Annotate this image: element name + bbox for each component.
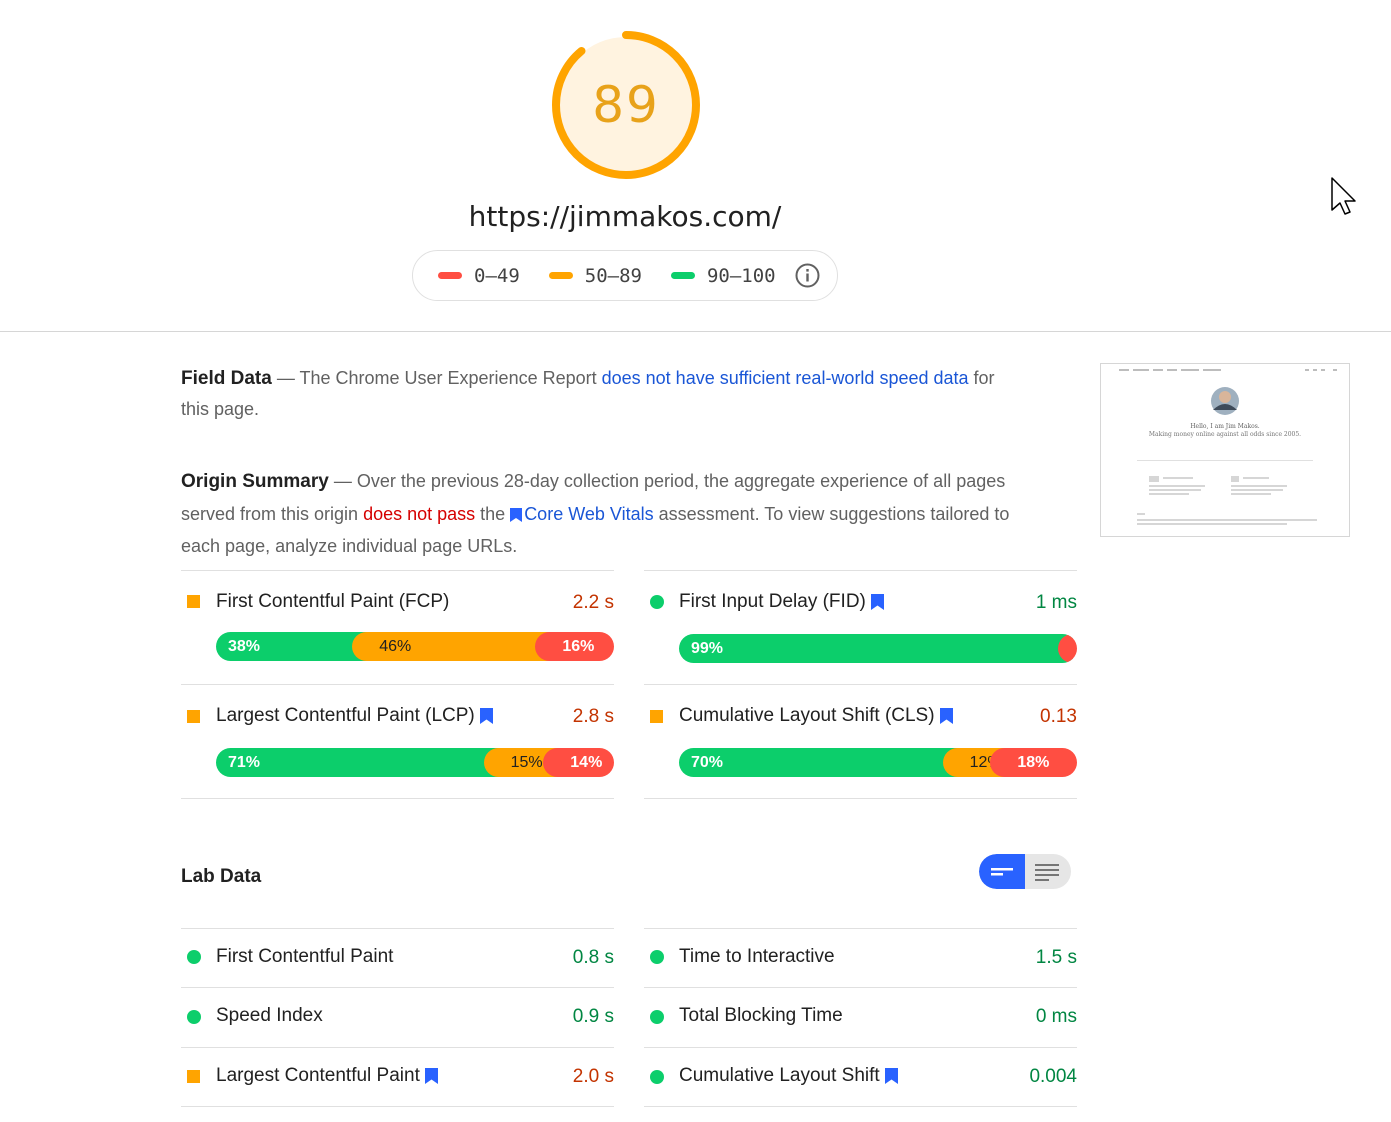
lab-metric-tti: Time to Interactive 1.5 s <box>644 928 1077 988</box>
metric-value: 2.2 s <box>572 592 614 613</box>
metric-title: Cumulative Layout Shift (CLS) <box>679 705 953 727</box>
detailed-view-icon[interactable] <box>1035 863 1059 881</box>
average-status-square <box>650 710 663 723</box>
metric-title: Cumulative Layout Shift <box>679 1065 898 1087</box>
legend-label: 50–89 <box>584 264 642 287</box>
legend-label: 0–49 <box>474 264 520 287</box>
average-status-square <box>187 710 200 723</box>
metric-value: 0 ms <box>1035 1006 1077 1027</box>
legend-pill-poor <box>438 272 462 279</box>
metric-value: 0.9 s <box>572 1006 614 1027</box>
origin-metric-fcp: First Contentful Paint (FCP) 2.2 s 38% 4… <box>181 570 614 685</box>
good-status-dot <box>187 1010 201 1024</box>
metric-title: Largest Contentful Paint (LCP) <box>216 705 493 727</box>
core-web-vitals-link[interactable]: Core Web Vitals <box>524 504 653 524</box>
lab-metric-lcp: Largest Contentful Paint 2.0 s <box>181 1047 614 1107</box>
bookmark-icon <box>510 508 523 522</box>
good-status-dot <box>650 1070 664 1084</box>
info-icon[interactable] <box>795 263 820 288</box>
metric-title: Largest Contentful Paint <box>216 1065 438 1087</box>
metric-title: First Contentful Paint (FCP) <box>216 591 450 612</box>
poor-segment: 14% <box>543 748 614 777</box>
good-status-dot <box>650 950 664 964</box>
metric-title: First Contentful Paint <box>216 946 394 967</box>
good-status-dot <box>650 595 664 609</box>
lab-metric-fcp: First Contentful Paint 0.8 s <box>181 928 614 988</box>
origin-metric-cls: Cumulative Layout Shift (CLS) 0.13 70% 1… <box>644 684 1077 799</box>
header-divider <box>0 331 1391 332</box>
tested-url: https://jimmakos.com/ <box>468 200 782 233</box>
lab-metric-tbt: Total Blocking Time 0 ms <box>644 987 1077 1048</box>
metric-value: 2.8 s <box>572 706 614 727</box>
legend-label: 90–100 <box>706 264 776 287</box>
lab-data-heading: Lab Data <box>181 866 262 887</box>
origin-metric-lcp: Largest Contentful Paint (LCP) 2.8 s 71%… <box>181 684 614 799</box>
performance-score: 89 <box>592 76 660 134</box>
good-segment: 71% <box>216 748 499 777</box>
metric-value: 0.004 <box>1029 1066 1077 1087</box>
assessment-fail-text: does not pass <box>363 504 476 524</box>
distribution-bar: 71% 15% 14% <box>216 748 614 777</box>
core-web-vital-bookmark-icon <box>884 1068 898 1084</box>
good-status-dot <box>650 1010 664 1024</box>
metric-title: Time to Interactive <box>679 946 835 967</box>
mouse-cursor-icon <box>1331 177 1356 215</box>
metric-title: Speed Index <box>216 1005 323 1026</box>
good-status-dot <box>187 950 201 964</box>
core-web-vital-bookmark-icon <box>939 708 953 724</box>
metric-value: 0.13 <box>1040 706 1077 727</box>
average-status-square <box>187 1070 200 1083</box>
distribution-bar: 38% 46% 16% <box>216 632 614 661</box>
screenshot-tagline: Making money online against all odds sin… <box>1149 431 1301 438</box>
screenshot-greeting: Hello, I am Jim Makos. <box>1190 423 1259 430</box>
field-data-section: Field Data — The Chrome User Experience … <box>181 363 1011 425</box>
distribution-bar: 99% 1% <box>679 634 1077 663</box>
screenshot-image: Hello, I am Jim Makos. Making money onli… <box>1101 364 1349 536</box>
poor-segment: 16% <box>535 632 614 661</box>
metric-title: Total Blocking Time <box>679 1005 843 1026</box>
view-toggle[interactable] <box>979 854 1071 889</box>
legend-pill-average <box>548 272 573 279</box>
core-web-vital-bookmark-icon <box>870 594 884 610</box>
legend-item-average: 50–89 <box>548 264 642 287</box>
good-segment: 70% <box>679 748 958 777</box>
metric-value: 1.5 s <box>1035 947 1077 968</box>
metric-value: 1 ms <box>1035 592 1077 613</box>
origin-summary-text: the <box>475 504 511 524</box>
poor-segment: 18% <box>990 748 1077 777</box>
metric-value: 2.0 s <box>572 1066 614 1087</box>
distribution-bar: 70% 12% 18% <box>679 748 1077 777</box>
core-web-vital-bookmark-icon <box>479 708 493 724</box>
legend-item-poor: 0–49 <box>438 265 520 287</box>
metric-value: 0.8 s <box>572 947 614 968</box>
good-segment: 99% <box>679 634 1074 663</box>
score-gauge: 89 <box>549 28 703 182</box>
lab-metric-speed-index: Speed Index 0.9 s <box>181 987 614 1048</box>
insufficient-data-link[interactable]: does not have sufficient real-world spee… <box>602 368 969 388</box>
legend-item-good: 90–100 <box>670 264 776 287</box>
summary-view-icon[interactable] <box>991 863 1013 879</box>
metric-title: First Input Delay (FID) <box>679 591 884 613</box>
page-screenshot-thumbnail: Hello, I am Jim Makos. Making money onli… <box>1100 363 1350 537</box>
origin-summary-heading: Origin Summary <box>181 471 329 492</box>
origin-metric-fid: First Input Delay (FID) 1 ms 99% 1% <box>644 570 1077 685</box>
lab-metric-cls: Cumulative Layout Shift 0.004 <box>644 1047 1077 1107</box>
average-status-square <box>187 595 200 608</box>
score-legend: 0–49 50–89 90–100 <box>412 250 838 301</box>
origin-summary-section: Origin Summary — Over the previous 28-da… <box>181 465 1011 562</box>
good-segment: 38% <box>216 632 368 661</box>
field-data-text: — The Chrome User Experience Report <box>271 368 602 388</box>
core-web-vital-bookmark-icon <box>424 1068 438 1084</box>
average-segment: 46% <box>352 632 551 661</box>
field-data-heading: Field Data <box>181 368 272 389</box>
legend-pill-good <box>670 272 695 279</box>
